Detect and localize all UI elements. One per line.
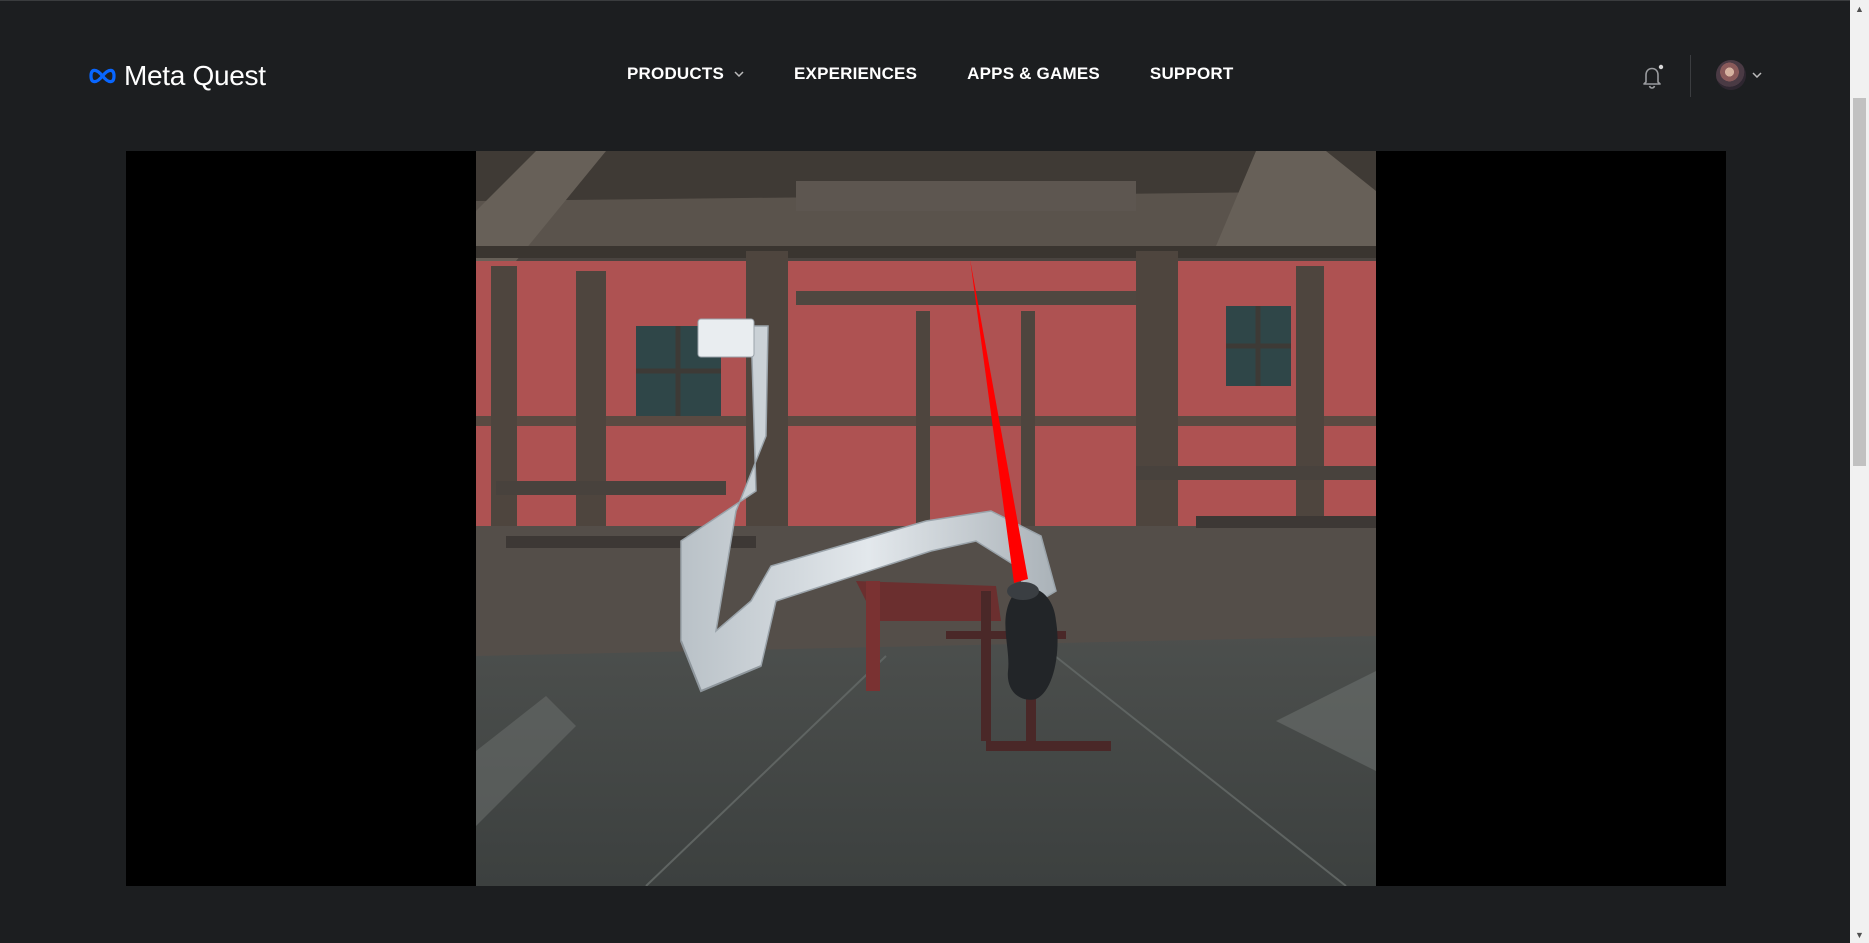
site-header: Meta Quest PRODUCTS EXPERIENCES APPS & G… [0, 0, 1850, 150]
nav-experiences[interactable]: EXPERIENCES [794, 64, 917, 84]
nav-apps-games[interactable]: APPS & GAMES [967, 64, 1100, 84]
video-frame-image [476, 151, 1376, 886]
profile-menu[interactable] [1716, 60, 1762, 90]
page-scrollbar[interactable]: ▲ ▼ [1850, 0, 1869, 943]
nav-support-label: SUPPORT [1149, 64, 1234, 83]
video-player[interactable] [126, 151, 1726, 886]
vr-scene-illustration [476, 151, 1376, 886]
chevron-down-icon [734, 71, 744, 77]
meta-quest-logo[interactable]: Meta Quest [87, 60, 266, 92]
main-nav: PRODUCTS EXPERIENCES APPS & GAMES SUPPOR… [627, 64, 1233, 84]
nav-apps-games-label: APPS & GAMES [967, 64, 1100, 83]
meta-infinity-icon [89, 68, 116, 84]
nav-products-label: PRODUCTS [627, 64, 724, 83]
nav-support[interactable]: SUPPORT [1150, 64, 1234, 84]
nav-experiences-label: EXPERIENCES [794, 64, 918, 83]
nav-products[interactable]: PRODUCTS [627, 64, 744, 84]
scroll-down-arrow-icon[interactable]: ▼ [1850, 926, 1869, 943]
header-divider [1690, 55, 1691, 97]
bell-icon[interactable] [1637, 62, 1667, 92]
brand-name: Meta Quest [124, 60, 266, 91]
chevron-down-icon [1752, 72, 1762, 78]
scroll-up-arrow-icon[interactable]: ▲ [1850, 0, 1869, 17]
avatar [1716, 60, 1746, 90]
notification-dot [1658, 64, 1664, 70]
scrollbar-thumb[interactable] [1853, 98, 1866, 466]
